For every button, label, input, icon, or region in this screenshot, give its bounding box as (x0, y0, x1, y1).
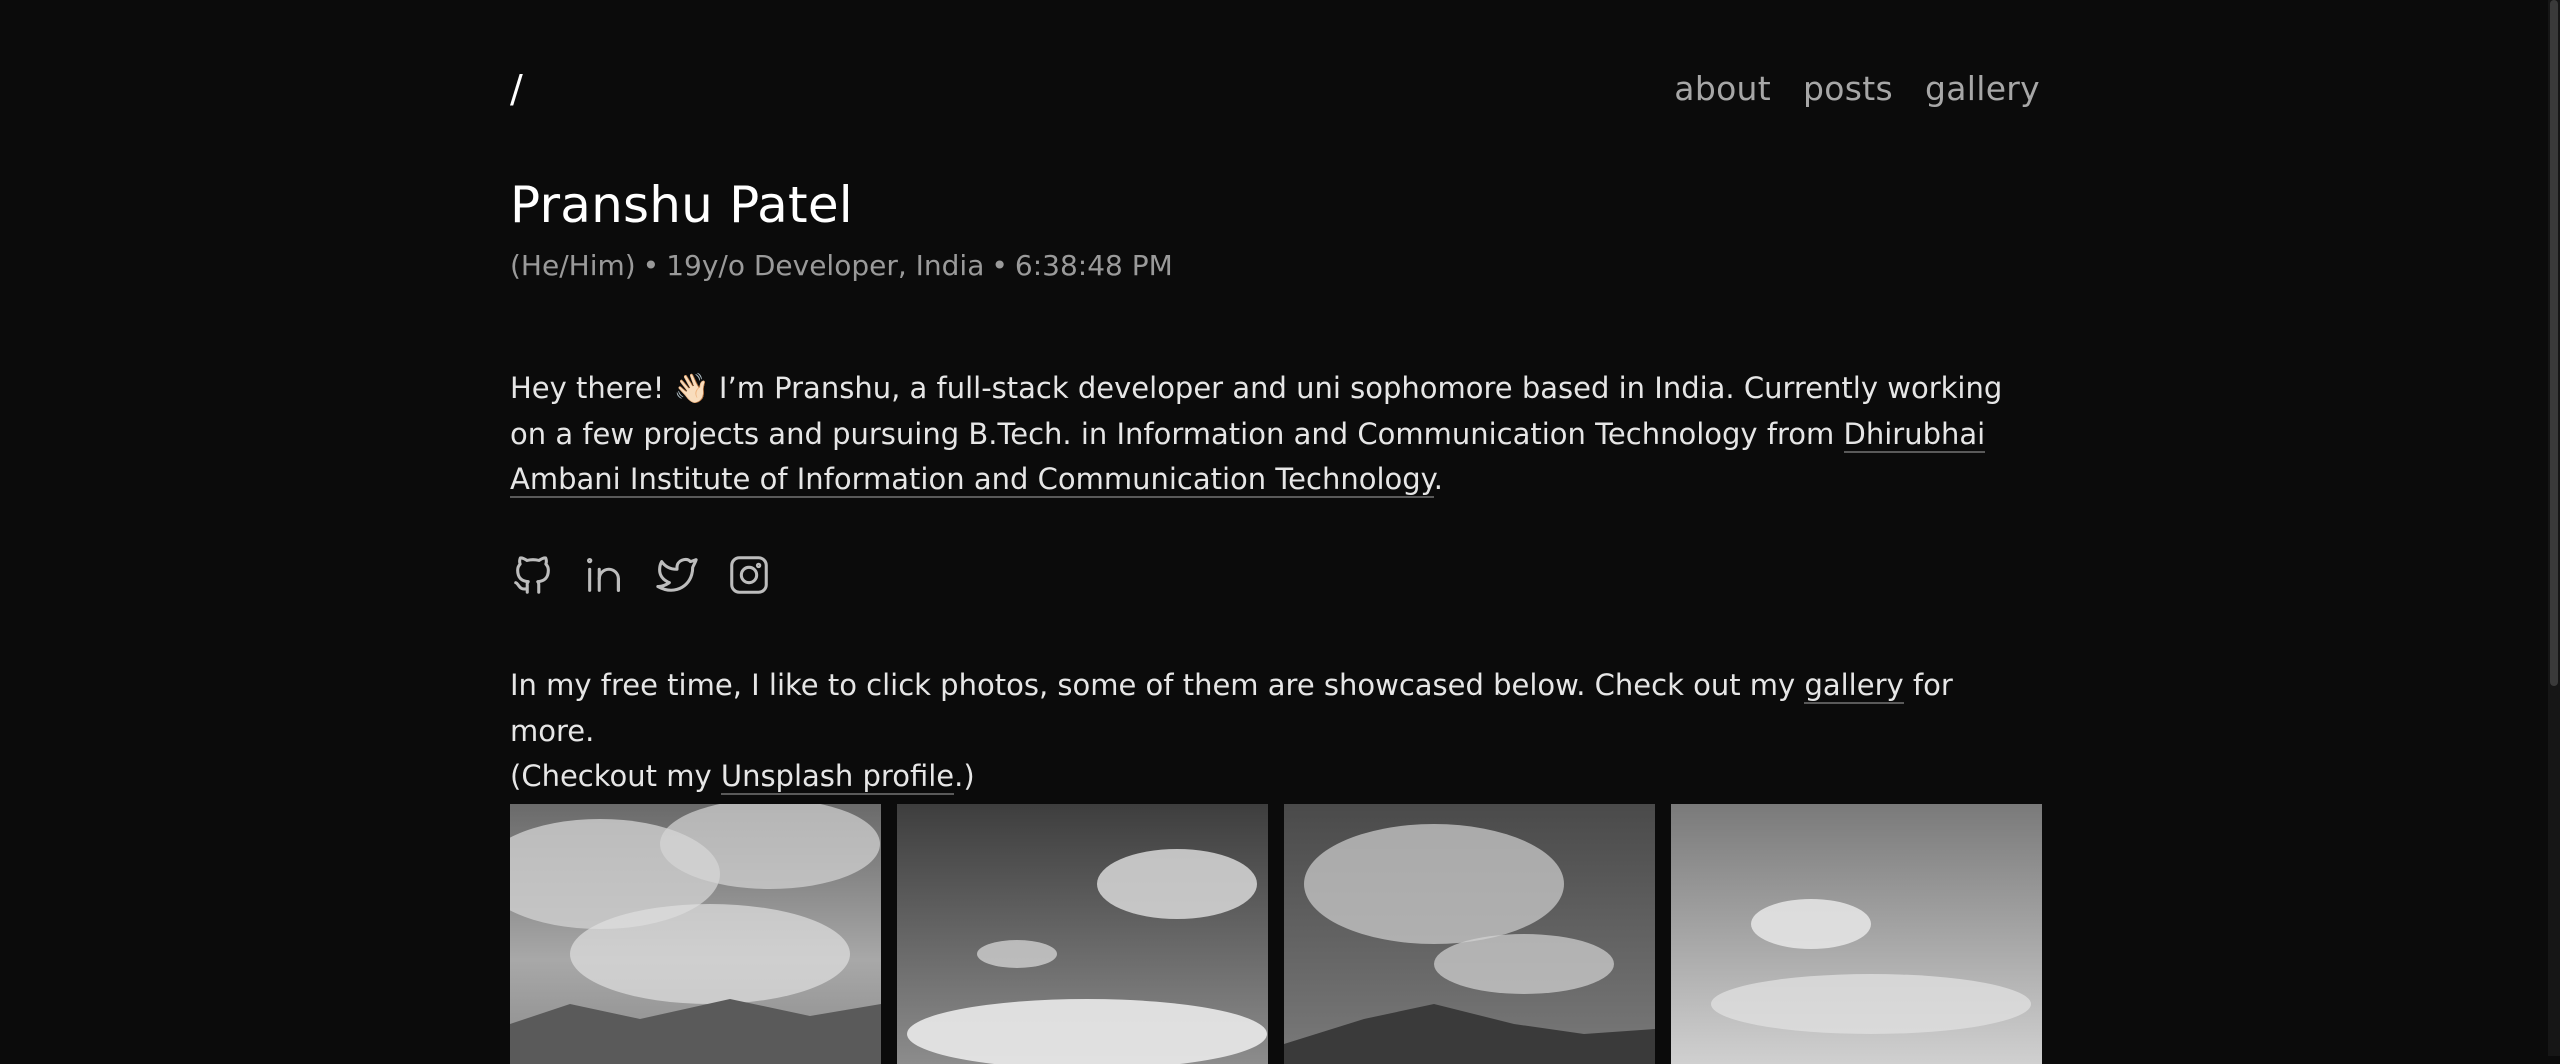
main-nav: about posts gallery (1674, 64, 2040, 114)
photos-text: In my free time, I like to click photos,… (510, 668, 1805, 702)
gallery-photo[interactable] (510, 804, 881, 1064)
photos-text: .) (954, 759, 975, 793)
role: 19y/o Developer, India (666, 249, 985, 282)
local-time: 6:38:48 PM (1014, 249, 1173, 282)
photos-text: (Checkout my (510, 759, 721, 793)
separator: • (642, 249, 660, 282)
separator: • (991, 249, 1008, 282)
nav-about[interactable]: about (1674, 64, 1771, 114)
gallery-photo[interactable] (1671, 804, 2042, 1064)
nav-posts[interactable]: posts (1803, 64, 1893, 114)
gallery-link[interactable]: gallery (1804, 668, 1904, 704)
gallery-photo[interactable] (897, 804, 1268, 1064)
scrollbar-thumb[interactable] (2550, 0, 2558, 686)
nav-gallery[interactable]: gallery (1925, 64, 2040, 114)
instagram-icon[interactable] (726, 552, 772, 598)
profile-subtitle: (He/Him) • 19y/o Developer, India • 6:38:48 … (510, 249, 1173, 282)
intro-end: . (1433, 462, 1443, 496)
header: / about posts gallery (510, 64, 2040, 114)
twitter-icon[interactable] (654, 552, 700, 598)
github-icon[interactable] (510, 552, 556, 598)
intro-paragraph: Hey there! 👋🏻 I’m Pranshu, a full-stack … (510, 366, 2040, 503)
home-link[interactable]: / (510, 64, 523, 114)
pronouns: (He/Him) (510, 249, 636, 282)
page-title: Pranshu Patel (510, 176, 853, 234)
gallery-photo[interactable] (1284, 804, 1655, 1064)
scrollbar[interactable] (2548, 0, 2560, 1056)
photos-paragraph: In my free time, I like to click photos,… (510, 663, 2040, 800)
unsplash-link[interactable]: Unsplash profile (720, 759, 955, 795)
intro-text: Hey there! 👋🏻 I’m Pranshu, a full-stack … (510, 371, 2003, 451)
linkedin-icon[interactable] (582, 552, 628, 598)
photo-gallery (510, 804, 2042, 1064)
social-links (510, 552, 772, 598)
